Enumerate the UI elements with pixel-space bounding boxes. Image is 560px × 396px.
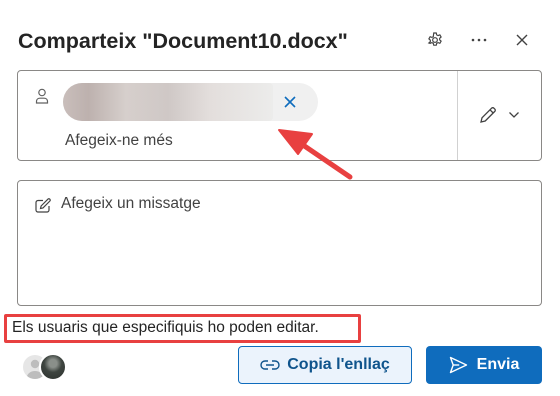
remove-recipient-icon[interactable] [279,91,301,113]
recipient-name-obscured [63,83,273,121]
dialog-title: Comparteix "Document10.docx" [18,29,348,53]
message-placeholder: Afegeix un missatge [61,195,201,212]
copy-link-label: Copia l'enllaç [287,356,390,373]
more-options-icon[interactable] [467,28,491,52]
gear-icon[interactable] [423,28,447,52]
copy-link-button[interactable]: Copia l'enllaç [238,346,412,384]
divider [457,71,458,160]
annotation-highlight-box [4,314,361,343]
avatar [39,353,67,381]
add-more-placeholder[interactable]: Afegeix-ne més [65,132,173,150]
compose-icon [35,198,51,213]
link-icon [260,360,280,370]
chevron-down-icon [509,112,519,118]
close-icon[interactable] [510,28,534,52]
send-label: Envia [476,356,520,373]
send-icon [449,356,467,374]
person-icon [35,88,49,104]
recipient-chip[interactable] [63,83,318,121]
pencil-icon [480,107,496,123]
message-field[interactable]: Afegeix un missatge [17,180,542,306]
permission-dropdown-button[interactable] [468,93,530,137]
send-button[interactable]: Envia [426,346,542,384]
recipients-field[interactable]: Afegeix-ne més [17,70,542,161]
shared-with-avatars[interactable] [21,353,67,381]
